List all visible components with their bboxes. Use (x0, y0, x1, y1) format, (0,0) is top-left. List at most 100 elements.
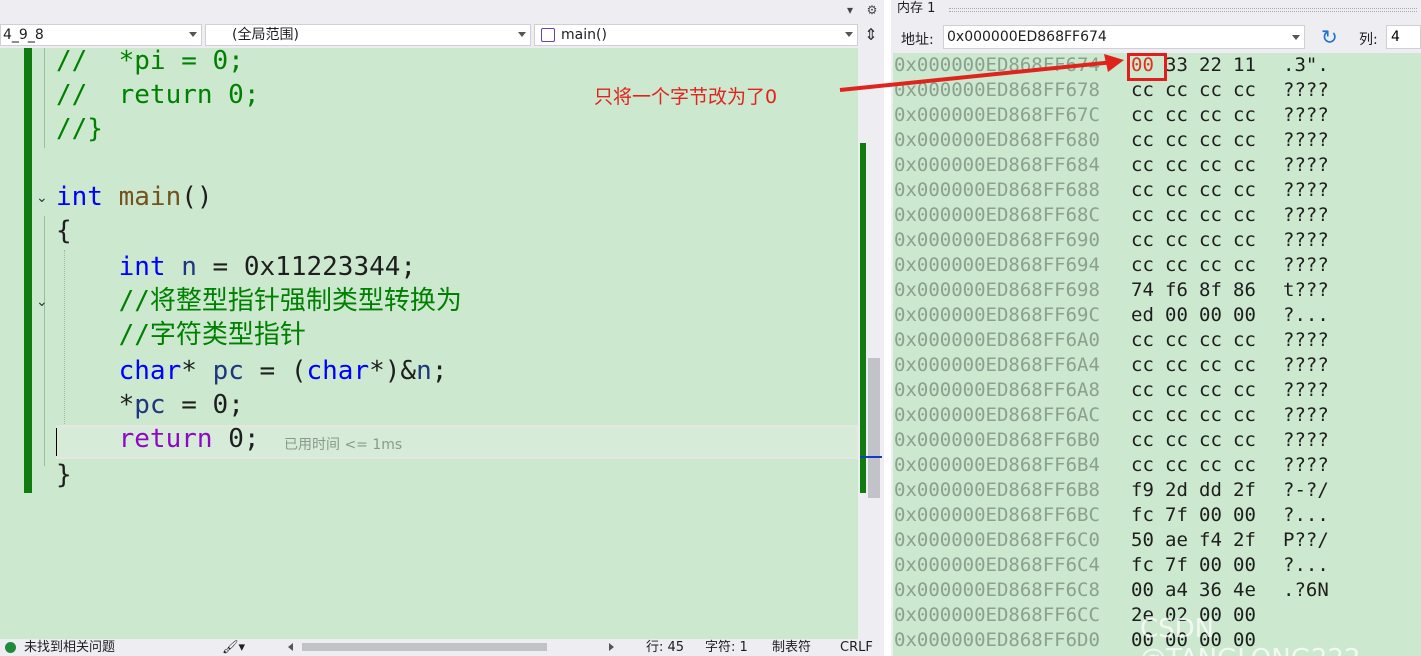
memory-byte[interactable]: 2d (1165, 478, 1188, 503)
memory-byte[interactable]: cc (1131, 153, 1154, 178)
memory-byte[interactable]: cc (1199, 203, 1222, 228)
memory-byte[interactable]: 7f (1165, 503, 1188, 528)
memory-byte[interactable]: cc (1233, 78, 1256, 103)
memory-byte[interactable]: cc (1165, 378, 1188, 403)
code-line[interactable]: *pc = 0; (56, 388, 244, 422)
address-input[interactable]: 0x000000ED868FF674 (943, 25, 1305, 49)
memory-byte[interactable]: cc (1131, 128, 1154, 153)
scroll-left-icon[interactable] (288, 643, 293, 651)
memory-byte[interactable]: cc (1199, 378, 1222, 403)
memory-byte[interactable]: cc (1165, 453, 1188, 478)
memory-byte[interactable]: cc (1165, 403, 1188, 428)
code-cleanup-icon[interactable]: 🖌▾ (222, 639, 245, 656)
memory-byte[interactable]: 00 (1199, 303, 1222, 328)
memory-byte[interactable]: 00 (1233, 303, 1256, 328)
memory-byte[interactable]: f9 (1131, 478, 1154, 503)
scope-dropdown[interactable]: (全局范围) (205, 24, 531, 46)
memory-byte[interactable]: cc (1165, 253, 1188, 278)
memory-byte[interactable]: cc (1233, 428, 1256, 453)
memory-byte[interactable]: cc (1199, 428, 1222, 453)
memory-byte[interactable]: cc (1165, 228, 1188, 253)
memory-byte[interactable]: 2f (1233, 528, 1256, 553)
memory-byte[interactable]: ed (1131, 303, 1154, 328)
gear-icon[interactable]: ⚙ (864, 2, 880, 18)
code-line[interactable]: // return 0; (56, 78, 260, 112)
code-line[interactable]: //字符类型指针 (56, 318, 306, 352)
memory-byte[interactable]: cc (1131, 453, 1154, 478)
memory-byte[interactable]: cc (1199, 328, 1222, 353)
scroll-thumb[interactable] (868, 358, 880, 498)
refresh-icon[interactable]: ↻ (1321, 26, 1338, 48)
memory-byte[interactable]: cc (1199, 403, 1222, 428)
memory-byte[interactable]: cc (1233, 403, 1256, 428)
memory-byte[interactable]: 00 (1233, 503, 1256, 528)
issues-status[interactable]: 未找到相关问题 (24, 639, 115, 656)
memory-byte[interactable]: cc (1233, 128, 1256, 153)
code-line[interactable]: char* pc = (char*)&n; (56, 354, 448, 388)
memory-byte[interactable]: 00 (1199, 553, 1222, 578)
memory-byte[interactable]: 00 (1165, 303, 1188, 328)
memory-byte[interactable]: cc (1199, 353, 1222, 378)
memory-byte[interactable]: cc (1199, 153, 1222, 178)
memory-byte[interactable]: 00 (1199, 503, 1222, 528)
memory-byte[interactable]: 50 (1131, 528, 1154, 553)
memory-byte[interactable]: cc (1199, 453, 1222, 478)
line-indicator[interactable]: 行: 45 (646, 639, 684, 656)
memory-byte[interactable]: 7f (1165, 553, 1188, 578)
code-line[interactable]: return 0; (56, 422, 260, 456)
memory-byte[interactable]: cc (1131, 328, 1154, 353)
memory-byte[interactable]: cc (1131, 203, 1154, 228)
memory-byte[interactable]: cc (1165, 103, 1188, 128)
memory-byte[interactable]: cc (1131, 378, 1154, 403)
memory-byte[interactable]: 00 (1131, 578, 1154, 603)
memory-byte[interactable]: cc (1233, 253, 1256, 278)
memory-byte[interactable]: 11 (1233, 53, 1256, 78)
memory-byte[interactable]: 86 (1233, 278, 1256, 303)
memory-byte[interactable]: cc (1199, 253, 1222, 278)
memory-byte[interactable]: cc (1165, 203, 1188, 228)
code-text-area[interactable]: ⌄ ⌄ // *pi = 0; // return 0; //} int main()… (0, 48, 858, 639)
columns-input[interactable]: 4 (1386, 25, 1421, 49)
memory-byte[interactable]: cc (1233, 178, 1256, 203)
code-line[interactable]: //将整型指针强制类型转换为 (56, 284, 462, 318)
code-line[interactable]: // *pi = 0; (56, 48, 244, 78)
memory-byte[interactable]: cc (1233, 203, 1256, 228)
memory-byte[interactable]: cc (1131, 403, 1154, 428)
memory-byte[interactable]: cc (1233, 103, 1256, 128)
memory-byte[interactable]: cc (1199, 178, 1222, 203)
code-line[interactable]: //} (56, 112, 103, 146)
eol-indicator[interactable]: CRLF (840, 639, 873, 656)
memory-byte[interactable]: fc (1131, 503, 1154, 528)
memory-byte[interactable]: 4e (1233, 578, 1256, 603)
memory-byte[interactable]: cc (1165, 328, 1188, 353)
memory-byte[interactable]: cc (1233, 153, 1256, 178)
fold-chevron-icon[interactable]: ⌄ (36, 294, 52, 310)
memory-byte[interactable]: cc (1165, 353, 1188, 378)
memory-byte[interactable]: cc (1131, 228, 1154, 253)
memory-byte[interactable]: cc (1165, 428, 1188, 453)
tabs-indicator[interactable]: 制表符 (772, 639, 811, 656)
vertical-scrollbar[interactable] (858, 48, 884, 639)
horizontal-scrollbar[interactable] (288, 641, 614, 653)
chevron-down-icon[interactable] (1292, 35, 1300, 40)
memory-byte[interactable]: a4 (1165, 578, 1188, 603)
memory-byte[interactable]: cc (1165, 128, 1188, 153)
split-view-icon[interactable]: ⇕ (860, 24, 882, 46)
memory-byte[interactable]: cc (1131, 178, 1154, 203)
memory-byte[interactable]: cc (1233, 378, 1256, 403)
memory-byte[interactable]: cc (1199, 103, 1222, 128)
memory-byte[interactable]: cc (1233, 228, 1256, 253)
code-line[interactable]: int main() (56, 180, 213, 214)
memory-byte[interactable]: 8f (1199, 278, 1222, 303)
scroll-thumb[interactable] (302, 643, 547, 651)
memory-byte[interactable]: cc (1131, 253, 1154, 278)
project-dropdown[interactable]: 4_9_8 (0, 24, 202, 46)
memory-grid[interactable]: 0x000000ED868FF674 00 33 22 11.3". 0x000000ED… (893, 53, 1421, 656)
function-dropdown[interactable]: main() (534, 24, 858, 46)
fold-chevron-icon[interactable]: ⌄ (36, 190, 52, 206)
memory-byte[interactable]: cc (1165, 153, 1188, 178)
memory-byte[interactable]: 74 (1131, 278, 1154, 303)
memory-byte[interactable]: cc (1131, 353, 1154, 378)
char-indicator[interactable]: 字符: 1 (705, 639, 748, 656)
memory-byte[interactable]: 33 (1165, 53, 1188, 78)
